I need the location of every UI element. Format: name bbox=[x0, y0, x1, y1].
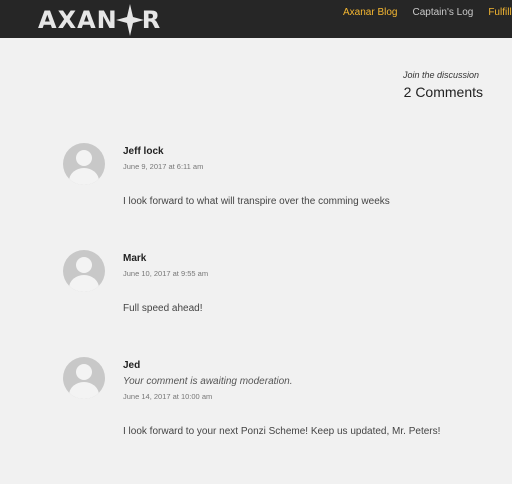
avatar-head bbox=[76, 257, 92, 273]
star-icon bbox=[115, 4, 144, 36]
avatar bbox=[63, 357, 105, 399]
nav-link-axanar-blog[interactable]: Axanar Blog bbox=[343, 7, 397, 18]
axanar-logo[interactable]: AXAN R bbox=[38, 4, 162, 36]
moderation-notice: Your comment is awaiting moderation. bbox=[123, 376, 293, 387]
comment-text: Full speed ahead! bbox=[123, 303, 203, 314]
comment-date[interactable]: June 9, 2017 at 6:11 am bbox=[123, 162, 483, 171]
avatar-shoulders bbox=[69, 382, 99, 399]
comment-author: Jeff lock bbox=[123, 146, 164, 157]
comment-author: Jed bbox=[123, 360, 141, 371]
logo-text-left: AXAN bbox=[38, 6, 118, 34]
main-nav: Axanar Blog Captain's Log Fulfillmen bbox=[343, 0, 512, 24]
avatar-head bbox=[76, 364, 92, 380]
avatar-shoulders bbox=[69, 168, 99, 185]
comment-author: Mark bbox=[123, 253, 147, 264]
comment-date[interactable]: June 10, 2017 at 9:55 am bbox=[123, 269, 483, 278]
comment-body: Mark June 10, 2017 at 9:55 am Full speed… bbox=[123, 250, 483, 314]
avatar bbox=[63, 250, 105, 292]
comment-text: I look forward to your next Ponzi Scheme… bbox=[123, 426, 441, 437]
avatar bbox=[63, 143, 105, 185]
comments-count: 2 Comments bbox=[403, 84, 483, 100]
join-discussion-label: Join the discussion bbox=[402, 70, 479, 80]
nav-link-captains-log[interactable]: Captain's Log bbox=[412, 7, 473, 18]
avatar-head bbox=[76, 150, 92, 166]
comment-date[interactable]: June 14, 2017 at 10:00 am bbox=[123, 392, 483, 401]
logo-text-right: R bbox=[141, 6, 162, 34]
comment-body: Jeff lock June 9, 2017 at 6:11 am I look… bbox=[123, 143, 483, 207]
comment-body: Jed Your comment is awaiting moderation.… bbox=[123, 357, 483, 437]
top-navigation-bar: AXAN R Axanar Blog Captain's Log Fulfill… bbox=[0, 0, 512, 38]
comment-text: I look forward to what will transpire ov… bbox=[123, 196, 390, 207]
nav-link-fulfillment[interactable]: Fulfillmen bbox=[488, 7, 512, 18]
avatar-shoulders bbox=[69, 275, 99, 292]
